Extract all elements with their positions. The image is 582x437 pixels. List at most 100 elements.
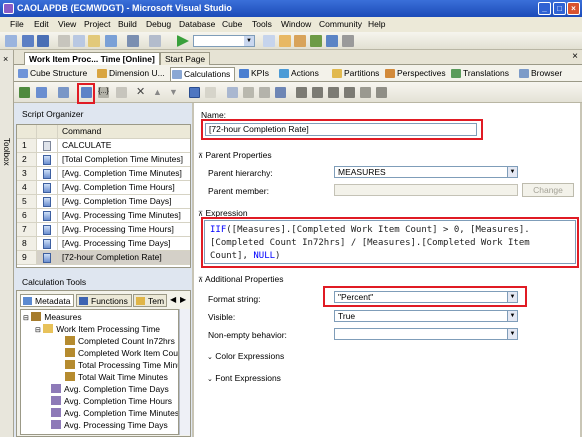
a-icon[interactable]: [243, 87, 254, 98]
menu-build[interactable]: Build: [118, 19, 137, 29]
copy-icon[interactable]: [73, 35, 85, 47]
toolbox-label[interactable]: Toolbox: [2, 138, 11, 166]
new-project-icon[interactable]: [5, 35, 17, 47]
table-row[interactable]: 2 [Total Completion Time Minutes]: [17, 153, 190, 167]
delete-icon[interactable]: ✕: [136, 87, 147, 98]
tree-item[interactable]: Total Processing Time Minute: [65, 360, 178, 370]
calculated-members-icon[interactable]: [312, 87, 323, 98]
tab-kpis[interactable]: KPIs: [238, 67, 269, 81]
table-row[interactable]: 7 [Avg. Processing Time Hours]: [17, 223, 190, 237]
move-icon[interactable]: [116, 87, 127, 98]
change-button[interactable]: Change: [522, 183, 574, 197]
tree-item[interactable]: Avg. Completion Time Hours: [51, 396, 172, 406]
menu-help[interactable]: Help: [368, 19, 385, 29]
named-sets-icon[interactable]: [328, 87, 339, 98]
table-row[interactable]: 8 [Avg. Processing Time Days]: [17, 237, 190, 251]
find-in-files-icon[interactable]: [263, 35, 275, 47]
table-row-selected[interactable]: 9 [72-hour Completion Rate]: [17, 251, 190, 265]
tab-translations[interactable]: Translations: [450, 67, 509, 81]
process-icon[interactable]: [19, 87, 30, 98]
additional-properties-header[interactable]: ⊼ Additional Properties: [198, 274, 283, 284]
reconnect-icon[interactable]: [275, 87, 286, 98]
menu-window[interactable]: Window: [281, 19, 311, 29]
menu-file[interactable]: File: [10, 19, 24, 29]
tab-start-page[interactable]: Start Page: [160, 52, 211, 65]
save-all-icon[interactable]: [37, 35, 49, 47]
collapse-icon[interactable]: ⊟: [35, 327, 41, 334]
tree-item[interactable]: Completed Count In72hrs: [65, 336, 175, 346]
tab-cube-structure[interactable]: Cube Structure: [17, 67, 87, 81]
find-icon[interactable]: [105, 35, 117, 47]
tab-dimension-usage[interactable]: Dimension U...: [96, 67, 165, 81]
properties-icon[interactable]: [279, 35, 291, 47]
new-calculated-member-icon[interactable]: [58, 87, 69, 98]
toolbar-options-icon[interactable]: [342, 35, 354, 47]
font-icon[interactable]: [259, 87, 270, 98]
tab-browser[interactable]: Browser: [518, 67, 562, 81]
table-row[interactable]: 1 CALCULATE: [17, 139, 190, 153]
toolbox-strip[interactable]: × Toolbox: [0, 50, 14, 437]
tree-item[interactable]: Avg. Completion Time Minutes: [51, 408, 178, 418]
redo-icon[interactable]: [149, 35, 161, 47]
tree-item[interactable]: ⊟ Measures: [23, 312, 82, 322]
color-expressions-header[interactable]: ⌄ Color Expressions: [207, 351, 284, 361]
tab-cube-designer[interactable]: Work Item Proc... Time [Online]: [24, 52, 160, 65]
tab-templates[interactable]: Tem: [133, 294, 167, 307]
solution-config-dropdown[interactable]: ▼: [193, 35, 255, 47]
close-icon[interactable]: ×: [572, 51, 578, 62]
non-empty-behavior-dropdown[interactable]: ▼: [334, 328, 518, 340]
tree-item[interactable]: Completed Work Item Count: [65, 348, 178, 358]
close-button[interactable]: ×: [567, 2, 580, 15]
tab-metadata[interactable]: Metadata: [20, 294, 75, 307]
menu-edit[interactable]: Edit: [34, 19, 49, 29]
minimize-button[interactable]: _: [538, 2, 551, 15]
script-view-icon[interactable]: [205, 87, 216, 98]
tree-item[interactable]: Avg. Completion Time Days: [51, 384, 169, 394]
table-row[interactable]: 5 [Avg. Completion Time Days]: [17, 195, 190, 209]
tab-functions[interactable]: Functions: [76, 294, 132, 307]
menu-debug[interactable]: Debug: [146, 19, 171, 29]
new-script-command-icon[interactable]: {...}: [98, 87, 109, 98]
tree-item[interactable]: ⊟ Work Item Processing Time: [35, 324, 160, 334]
tree-item[interactable]: Avg. Processing Time Days: [51, 420, 168, 430]
collapse-icon[interactable]: ⊟: [23, 315, 29, 322]
move-down-icon[interactable]: ▼: [169, 87, 180, 98]
menu-community[interactable]: Community: [319, 19, 362, 29]
tree-item[interactable]: Total Wait Time Minutes: [65, 372, 168, 382]
tab-partitions[interactable]: Partitions: [331, 67, 379, 81]
tab-scroll-left-icon[interactable]: ◀: [170, 295, 176, 304]
object-browser-icon[interactable]: [310, 35, 322, 47]
paste-icon[interactable]: [88, 35, 100, 47]
options-icon[interactable]: [376, 87, 387, 98]
form-view-icon[interactable]: [189, 87, 200, 98]
pencil-icon[interactable]: [360, 87, 371, 98]
close-icon[interactable]: ×: [3, 54, 8, 64]
menu-project[interactable]: Project: [84, 19, 110, 29]
maximize-button[interactable]: □: [553, 2, 566, 15]
solution-explorer-icon[interactable]: [326, 35, 338, 47]
start-debugging-icon[interactable]: [177, 35, 189, 47]
toggle-breakpoint-icon[interactable]: [296, 87, 307, 98]
tab-perspectives[interactable]: Perspectives: [384, 67, 446, 81]
menu-view[interactable]: View: [58, 19, 76, 29]
deploy-icon[interactable]: [36, 87, 47, 98]
menu-tools[interactable]: Tools: [252, 19, 272, 29]
parent-hierarchy-dropdown[interactable]: MEASURES ▼: [334, 166, 518, 178]
undo-icon[interactable]: [127, 35, 139, 47]
table-row[interactable]: 3 [Avg. Completion Time Minutes]: [17, 167, 190, 181]
menu-database[interactable]: Database: [179, 19, 215, 29]
table-row[interactable]: 6 [Avg. Processing Time Minutes]: [17, 209, 190, 223]
tab-scroll-right-icon[interactable]: ▶: [180, 295, 186, 304]
toolbox-icon[interactable]: [294, 35, 306, 47]
filter-icon[interactable]: [344, 87, 355, 98]
menu-cube[interactable]: Cube: [222, 19, 242, 29]
cut-icon[interactable]: [58, 35, 70, 47]
parent-properties-header[interactable]: ⊼ Parent Properties: [198, 150, 272, 160]
tree-scrollbar[interactable]: [179, 309, 190, 435]
visible-dropdown[interactable]: True ▼: [334, 310, 518, 322]
check-syntax-icon[interactable]: [227, 87, 238, 98]
tab-calculations[interactable]: Calculations: [170, 67, 236, 81]
move-up-icon[interactable]: ▲: [153, 87, 164, 98]
table-row[interactable]: 4 [Avg. Completion Time Hours]: [17, 181, 190, 195]
tab-actions[interactable]: Actions: [278, 67, 319, 81]
